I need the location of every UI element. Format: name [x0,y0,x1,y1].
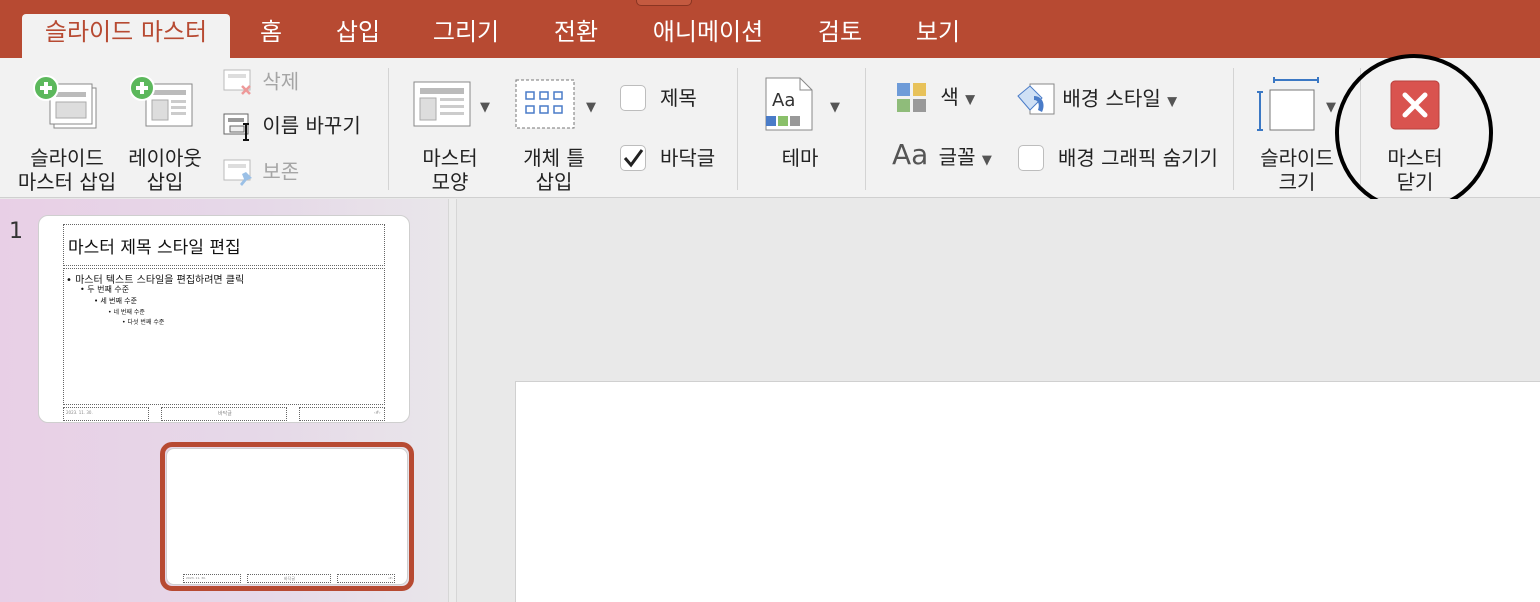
fonts-button[interactable]: Aa 글꼴 ▼ [892,141,992,174]
insert-placeholder-button[interactable]: ▼ 개체 틀 삽입 [506,72,602,194]
insert-layout-icon [130,75,193,127]
title-placeholder: 마스터 제목 스타일 편집 [63,224,385,266]
checkmark-icon [623,149,644,168]
tab-insert[interactable]: 삽입 [326,14,390,58]
title-checkbox[interactable] [620,85,646,111]
slide-number-placeholder: ‹#› [299,407,385,421]
footer-date: 2023. 11. 30. [66,410,93,415]
delete-label: 삭제 [262,69,300,94]
rename-label: 이름 바꾸기 [262,113,361,138]
footer-text: 바닥글 [284,576,296,581]
body-placeholder: • 마스터 텍스트 스타일을 편집하려면 클릭 • 두 번째 수준 • 세 번째… [63,268,385,405]
group-separator [1233,68,1234,190]
tab-slide-master[interactable]: 슬라이드 마스터 [22,14,230,58]
tab-view[interactable]: 보기 [906,14,970,58]
tab-transitions[interactable]: 전환 [543,14,609,58]
master-title-text: 마스터 제목 스타일 편집 [68,238,241,258]
slide-number-placeholder: ‹#› [337,574,395,583]
insert-slide-master-icon [33,75,97,129]
tab-animations[interactable]: 애니메이션 [646,14,770,58]
text-level-4: • 네 번째 수준 [108,309,145,316]
text-level-2: • 두 번째 수준 [80,285,130,294]
pane-splitter[interactable] [448,199,457,602]
slide-size-button[interactable]: ▼ 슬라이드 크기 [1248,72,1346,194]
background-styles-button[interactable]: 배경 스타일 ▼ [1016,82,1177,118]
close-icon [1390,80,1440,130]
footer-checkbox-label: 바닥글 [660,146,716,170]
colors-button[interactable]: 색 ▼ [896,82,975,114]
ribbon-tab-bar: 슬라이드 마스터 홈 삽입 그리기 전환 애니메이션 검토 보기 [0,0,1540,58]
master-layout-button[interactable]: ▼ 마스터 모양 [400,72,500,194]
dropdown-caret-icon: ▼ [830,100,840,115]
footer-date: 2023. 11. 30. [186,576,207,580]
title-bar-handle [636,0,692,6]
footer-placeholder: 바닥글 [247,574,331,583]
master-layout-label: 마스터 모양 [422,146,478,194]
tab-home[interactable]: 홈 [242,14,300,58]
rename-icon [223,113,249,141]
layout-thumbnail[interactable]: 2023. 11. 30. 바닥글 ‹#› [166,448,408,585]
tab-review[interactable]: 검토 [808,14,872,58]
ribbon: 슬라이드 마스터 삽입 레이아웃 삽입 삭제 이름 바꾸기 보존 ▼ 마스터 모… [0,58,1540,198]
fonts-label: 글꼴 [938,145,976,169]
insert-layout-label: 레이아웃 삽입 [128,146,202,194]
close-master-view-label: 마스터 닫기 [1387,146,1443,194]
slide-thumbnail-pane[interactable]: 1 마스터 제목 스타일 편집 • 마스터 텍스트 스타일을 편집하려면 클릭 … [0,199,448,602]
slide-size-label: 슬라이드 크기 [1260,146,1334,194]
fonts-icon: Aa [892,138,929,171]
theme-icon: Aa [765,77,813,131]
group-separator [865,68,866,190]
footer-checkbox[interactable] [620,145,646,171]
text-level-5: • 다섯 번째 수준 [122,319,165,326]
master-layout-icon [413,81,471,127]
themes-button[interactable]: Aa ▼ 테마 [752,72,848,192]
slide-canvas[interactable] [515,381,1540,602]
preserve-icon [223,159,252,186]
text-level-3: • 세 번째 수준 [94,297,138,305]
dropdown-caret-icon: ▼ [1326,100,1336,115]
slide-master-thumbnail[interactable]: 마스터 제목 스타일 편집 • 마스터 텍스트 스타일을 편집하려면 클릭 • … [38,215,410,423]
footer-number: ‹#› [374,410,381,415]
insert-placeholder-label: 개체 틀 삽입 [523,146,585,194]
group-separator [737,68,738,190]
title-checkbox-label: 제목 [660,86,697,110]
rename-button[interactable]: 이름 바꾸기 [220,112,361,142]
insert-slide-master-label: 슬라이드 마스터 삽입 [17,146,117,194]
background-styles-label: 배경 스타일 [1062,86,1161,111]
delete-icon [223,69,251,95]
group-separator [1360,68,1361,190]
footer-text: 바닥글 [218,411,232,417]
delete-button[interactable]: 삭제 [220,68,299,98]
slide-editing-canvas [457,199,1540,602]
dropdown-caret-icon: ▼ [586,100,596,115]
insert-slide-master-button[interactable]: 슬라이드 마스터 삽입 [12,72,122,194]
color-swatch-icon [897,83,926,112]
group-separator [388,68,389,190]
colors-label: 색 [940,84,959,109]
date-placeholder: 2023. 11. 30. [183,574,241,583]
footer-number: ‹#› [388,576,393,580]
date-placeholder: 2023. 11. 30. [63,407,149,421]
hide-background-graphics-label: 배경 그래픽 숨기기 [1058,146,1218,170]
insert-layout-button[interactable]: 레이아웃 삽입 [120,72,210,194]
dropdown-caret-icon: ▼ [1167,94,1178,110]
themes-label: 테마 [781,146,819,170]
dropdown-caret-icon: ▼ [480,100,490,115]
insert-placeholder-icon [515,79,575,129]
slide-size-icon [1257,77,1319,131]
hide-background-graphics-checkbox[interactable] [1018,145,1044,171]
svg-text:Aa: Aa [772,90,795,111]
close-master-view-button[interactable]: 마스터 닫기 [1370,72,1460,194]
tab-draw[interactable]: 그리기 [424,14,508,58]
preserve-label: 보존 [262,159,300,184]
slide-number: 1 [9,219,23,244]
dropdown-caret-icon: ▼ [981,153,992,168]
dropdown-caret-icon: ▼ [965,92,976,108]
footer-placeholder: 바닥글 [161,407,287,421]
preserve-button[interactable]: 보존 [220,158,299,188]
background-styles-icon [1017,83,1055,115]
